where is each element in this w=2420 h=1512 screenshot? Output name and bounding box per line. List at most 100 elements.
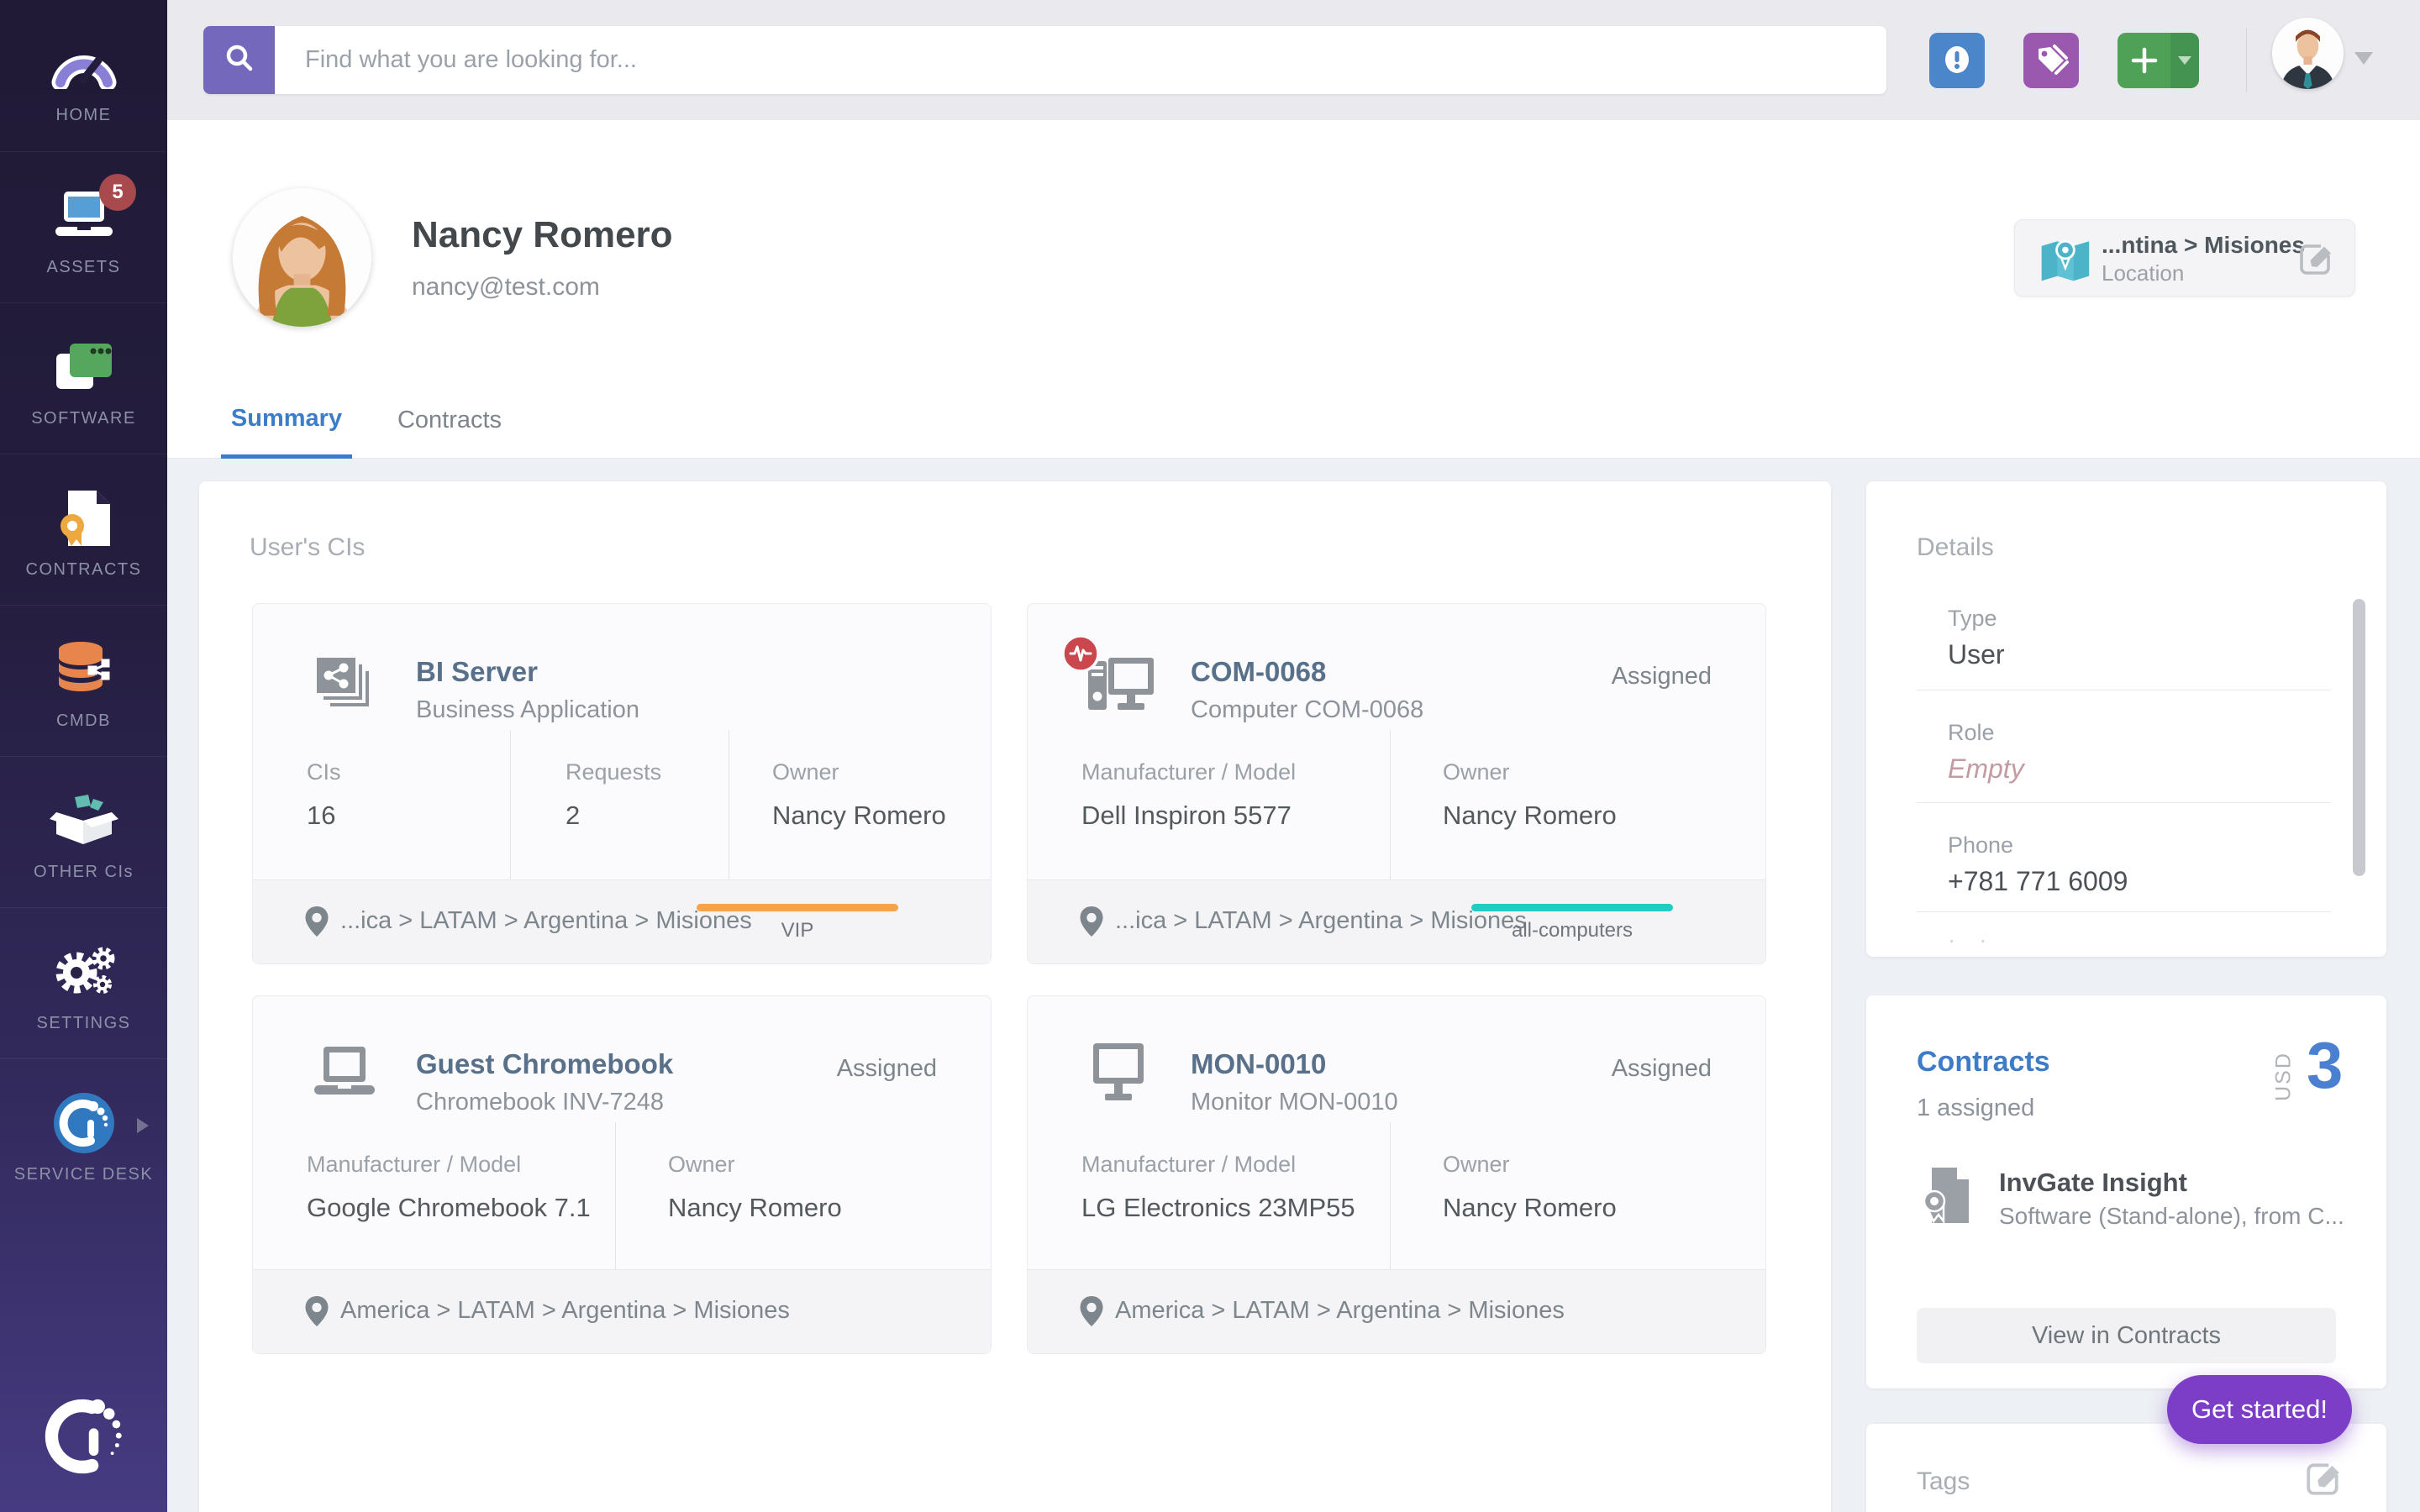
location-value: ...ntina > Misiones xyxy=(2102,232,2295,259)
ci-status: Assigned xyxy=(1612,1055,1712,1083)
tag-label: VIP xyxy=(688,919,907,942)
ci-card-mon-0010[interactable]: MON-0010 Monitor MON-0010 Assigned Manuf… xyxy=(1027,995,1766,1354)
ci-status: Assigned xyxy=(837,1055,937,1083)
edit-location-icon[interactable] xyxy=(2297,240,2334,281)
current-user-avatar[interactable] xyxy=(2272,18,2344,89)
ci-card-footer: ...ica > LATAM > Argentina > Misiones al… xyxy=(1028,879,1765,963)
stat-label: Manufacturer / Model xyxy=(1081,759,1296,785)
contract-description: Software (Stand-alone), from C... xyxy=(1999,1203,2344,1230)
details-title: Details xyxy=(1917,533,1994,562)
tab-summary[interactable]: Summary xyxy=(221,382,352,459)
tab-contracts[interactable]: Contracts xyxy=(377,382,522,459)
ci-title[interactable]: MON-0010 xyxy=(1191,1048,1326,1080)
location-chip[interactable]: ...ntina > Misiones Location xyxy=(2014,219,2355,297)
gauge-icon xyxy=(0,29,167,99)
sidebar-item-cmdb[interactable]: CMDB xyxy=(0,605,167,756)
contracts-title[interactable]: Contracts xyxy=(1917,1046,2050,1079)
add-dropdown-caret[interactable] xyxy=(2170,33,2199,88)
assets-badge: 5 xyxy=(99,174,136,211)
stat-value: Nancy Romero xyxy=(668,1193,842,1223)
tags-button[interactable] xyxy=(2023,33,2079,88)
search-button[interactable] xyxy=(203,26,275,94)
search-input[interactable] xyxy=(275,26,1886,94)
health-pulse-badge xyxy=(1061,634,1100,677)
sidebar-item-service-desk[interactable]: SERVICE DESK xyxy=(0,1058,167,1210)
stat-value: 16 xyxy=(307,801,341,831)
stat-label: Requests xyxy=(566,759,661,785)
ci-subtitle: Monitor MON-0010 xyxy=(1191,1089,1398,1116)
tag-color-bar xyxy=(1471,904,1673,911)
field-value: Empty xyxy=(1948,753,2024,785)
ci-location: America > LATAM > Argentina > Misiones xyxy=(1115,1297,1565,1325)
alerts-button[interactable] xyxy=(1929,33,1985,88)
contract-ribbon-icon xyxy=(0,483,167,554)
stat-label: Owner xyxy=(668,1152,842,1178)
user-name: Nancy Romero xyxy=(412,214,673,256)
add-button[interactable] xyxy=(2118,33,2199,88)
ci-card-footer: America > LATAM > Argentina > Misiones xyxy=(1028,1269,1765,1353)
sidebar-item-home[interactable]: HOME xyxy=(0,0,167,151)
sidebar-item-label: HOME xyxy=(0,106,167,125)
ci-title[interactable]: BI Server xyxy=(416,656,538,688)
stat-value: LG Electronics 23MP55 xyxy=(1081,1193,1355,1223)
sidebar-item-contracts[interactable]: CONTRACTS xyxy=(0,454,167,605)
stat-label: Owner xyxy=(1443,759,1617,785)
sidebar-item-label: SETTINGS xyxy=(0,1014,167,1033)
view-in-contracts-button[interactable]: View in Contracts xyxy=(1917,1308,2336,1363)
field-value: User xyxy=(1948,639,2005,670)
field-label: Phone xyxy=(1948,832,2013,858)
ci-card-guest-chromebook[interactable]: Guest Chromebook Chromebook INV-7248 Ass… xyxy=(252,995,992,1354)
sidebar-item-software[interactable]: SOFTWARE xyxy=(0,302,167,454)
profile-header: Nancy Romero nancy@test.com ...ntina > M… xyxy=(167,120,2420,382)
field-label: Type xyxy=(1948,606,1997,632)
ci-title[interactable]: COM-0068 xyxy=(1191,656,1326,688)
ci-card-footer: America > LATAM > Argentina > Misiones xyxy=(253,1269,991,1353)
sidebar-item-label: CMDB xyxy=(0,711,167,731)
ci-card-com-0068[interactable]: COM-0068 Computer COM-0068 Assigned Manu… xyxy=(1027,603,1766,964)
stat-label: Manufacturer / Model xyxy=(307,1152,591,1178)
chevron-down-icon xyxy=(2178,56,2191,65)
sidebar-item-label: CONTRACTS xyxy=(0,560,167,580)
business-application-icon xyxy=(303,644,384,724)
sidebar-item-assets[interactable]: 5 ASSETS xyxy=(0,151,167,302)
sidebar-item-label: ASSETS xyxy=(0,258,167,277)
field-value: +781 771 6009 xyxy=(1948,866,2128,897)
tag-label: all-computers xyxy=(1463,919,1681,942)
location-pin-icon xyxy=(305,1296,329,1331)
ci-tag-vip[interactable]: VIP xyxy=(688,904,907,942)
gears-icon xyxy=(0,937,167,1007)
stat-label: Manufacturer / Model xyxy=(1081,1152,1355,1178)
search-icon xyxy=(224,42,255,78)
location-pin-icon xyxy=(1080,1296,1103,1331)
ci-tag-all-computers[interactable]: all-computers xyxy=(1463,904,1681,942)
ci-title[interactable]: Guest Chromebook xyxy=(416,1048,673,1080)
map-icon xyxy=(2037,232,2092,288)
invgate-logo xyxy=(0,1396,167,1477)
stat-label: Owner xyxy=(772,759,946,785)
ci-card-bi-server[interactable]: BI Server Business Application CIs 16 Re… xyxy=(252,603,992,964)
user-menu-caret[interactable] xyxy=(2354,52,2373,65)
ci-subtitle: Chromebook INV-7248 xyxy=(416,1089,664,1116)
sidebar-item-label: SERVICE DESK xyxy=(0,1165,167,1184)
details-scrollbar[interactable] xyxy=(2353,599,2365,876)
open-box-icon xyxy=(0,785,167,856)
profile-tabs: Summary Contracts xyxy=(167,382,2420,459)
software-windows-icon xyxy=(0,332,167,402)
service-desk-expand-arrow[interactable] xyxy=(137,1118,149,1133)
stat-value: 2 xyxy=(566,801,661,831)
global-search xyxy=(203,26,1886,94)
ci-subtitle: Computer COM-0068 xyxy=(1191,696,1423,724)
sidebar-item-other-cis[interactable]: OTHER CIs xyxy=(0,756,167,907)
location-pin-icon xyxy=(305,906,329,941)
get-started-button[interactable]: Get started! xyxy=(2167,1375,2352,1444)
topbar xyxy=(167,0,2420,120)
sidebar-item-label: OTHER CIs xyxy=(0,863,167,882)
contracts-currency: USD xyxy=(2272,1039,2296,1115)
edit-tags-icon[interactable] xyxy=(2304,1459,2343,1502)
contract-list-item[interactable]: InvGate Insight Software (Stand-alone), … xyxy=(1866,1159,2386,1252)
sidebar-item-settings[interactable]: SETTINGS xyxy=(0,907,167,1058)
field-label: Role xyxy=(1948,720,1995,746)
users-cis-title: User's CIs xyxy=(250,533,365,562)
laptop-icon xyxy=(0,181,167,251)
ci-card-footer: ...ica > LATAM > Argentina > Misiones VI… xyxy=(253,879,991,963)
